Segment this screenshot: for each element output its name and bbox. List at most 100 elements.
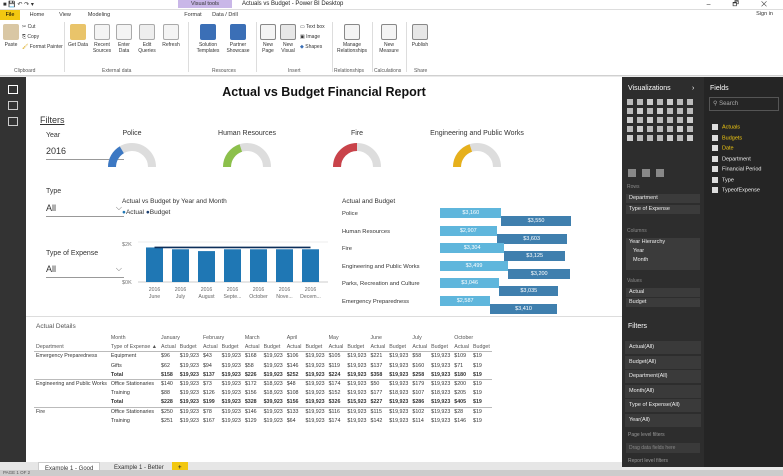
- manage-relationships-button[interactable]: Manage Relationships: [334, 24, 370, 54]
- visual-type-icon[interactable]: [667, 99, 673, 105]
- relationships-view-icon[interactable]: [8, 117, 18, 126]
- budget-bar[interactable]: $3,125: [504, 251, 566, 261]
- visual-type-icon[interactable]: [687, 117, 693, 123]
- image-button[interactable]: ▣ Image: [300, 34, 320, 40]
- budget-bar[interactable]: $3,410: [490, 303, 557, 314]
- budget-bar[interactable]: $3,035: [499, 286, 559, 296]
- field-table-item[interactable]: Budgets: [712, 134, 742, 141]
- report-view-icon[interactable]: [8, 85, 18, 94]
- field-table-item[interactable]: Financial Period: [712, 166, 761, 172]
- quick-access-toolbar[interactable]: ■ 💾 ↶ ↷ ▾: [3, 1, 34, 8]
- visual-type-icon[interactable]: [667, 117, 673, 123]
- expense-type-header[interactable]: Type of Expense ▲: [108, 342, 160, 353]
- type-slicer[interactable]: All ⌵: [46, 199, 124, 217]
- format-painter-button[interactable]: 🖌 Format Painter: [22, 44, 63, 50]
- shapes-button[interactable]: ◆ Shapes: [300, 44, 322, 50]
- chevron-right-icon[interactable]: ›: [692, 85, 694, 92]
- visual-type-icon[interactable]: [637, 108, 643, 114]
- visual-type-icon[interactable]: [687, 99, 693, 105]
- text-box-button[interactable]: ▭ Text box: [300, 24, 325, 30]
- new-measure-button[interactable]: New Measure: [376, 24, 402, 54]
- refresh-button[interactable]: Refresh: [160, 24, 182, 48]
- visual-type-icon[interactable]: [657, 135, 663, 141]
- filter-card[interactable]: Type of Expense(All): [625, 399, 701, 412]
- visual-tool-icon[interactable]: [656, 169, 664, 177]
- field-table-item[interactable]: Actuals: [712, 124, 740, 130]
- new-page-button[interactable]: New Page: [258, 24, 278, 54]
- visual-type-icon[interactable]: [647, 99, 653, 105]
- visual-type-icon[interactable]: [687, 126, 693, 132]
- partner-showcase-button[interactable]: Partner Showcase: [224, 24, 252, 54]
- visual-type-icon[interactable]: [657, 99, 663, 105]
- visual-type-icon[interactable]: [647, 135, 653, 141]
- values-well-item[interactable]: Budget: [626, 298, 700, 307]
- budget-bar[interactable]: $3,550: [501, 216, 571, 226]
- field-table-item[interactable]: Date: [712, 145, 734, 151]
- visual-type-icon[interactable]: [637, 126, 643, 132]
- filter-card[interactable]: Department(All): [625, 370, 701, 383]
- visual-type-icon[interactable]: [677, 135, 683, 141]
- visual-tool-icon[interactable]: [642, 169, 650, 177]
- visual-type-icon[interactable]: [687, 135, 693, 141]
- visual-type-icon[interactable]: [627, 126, 633, 132]
- data-view-icon[interactable]: [8, 101, 18, 110]
- cut-button[interactable]: ✂ Cut: [22, 24, 35, 30]
- visual-type-icon[interactable]: [677, 117, 683, 123]
- visual-type-icon[interactable]: [667, 108, 673, 114]
- solution-templates-button[interactable]: Solution Templates: [194, 24, 222, 54]
- department-header[interactable]: Department: [34, 342, 109, 353]
- sign-in-link[interactable]: Sign in: [756, 11, 773, 17]
- gauge-chart[interactable]: [220, 139, 274, 169]
- tab-file[interactable]: File: [0, 10, 20, 20]
- actual-bar[interactable]: $3,160: [440, 208, 502, 218]
- visual-type-icon[interactable]: [637, 117, 643, 123]
- visual-type-icon[interactable]: [677, 126, 683, 132]
- field-table-item[interactable]: Type: [712, 176, 734, 183]
- field-table-item[interactable]: TypeofExpense: [712, 187, 760, 193]
- visual-type-icon[interactable]: [647, 117, 653, 123]
- gauge-chart[interactable]: [105, 139, 159, 169]
- field-table-item[interactable]: Department: [712, 155, 751, 162]
- recent-sources-button[interactable]: Recent Sources: [90, 24, 114, 54]
- visual-type-icon[interactable]: [657, 126, 663, 132]
- tab-format[interactable]: Format: [178, 10, 208, 20]
- columns-well[interactable]: Year Hierarchy Year Month: [626, 238, 700, 270]
- fields-search-input[interactable]: ⚲ Search: [709, 97, 779, 111]
- visual-type-icon[interactable]: [627, 108, 633, 114]
- filter-card[interactable]: Budget(All): [625, 355, 701, 369]
- gauge-chart[interactable]: [330, 139, 384, 169]
- paste-button[interactable]: Paste: [2, 24, 20, 48]
- drag-fields-zone[interactable]: Drag data fields here: [626, 443, 700, 453]
- budget-bar[interactable]: $3,200: [508, 268, 571, 279]
- rows-well-item[interactable]: Type of Expense: [626, 205, 700, 214]
- actual-bar[interactable]: $2,587: [440, 295, 491, 306]
- gauge-chart[interactable]: [450, 139, 504, 169]
- budget-bar[interactable]: $3,603: [496, 233, 567, 244]
- visual-type-icon[interactable]: [677, 108, 683, 114]
- enter-data-button[interactable]: Enter Data: [114, 24, 134, 54]
- expense-type-slicer[interactable]: All ⌵: [46, 260, 124, 278]
- visual-type-icon[interactable]: [667, 126, 673, 132]
- combo-chart[interactable]: 2016June2016July2016August2016Septe...20…: [138, 237, 328, 307]
- tab-view[interactable]: View: [52, 10, 78, 20]
- visual-tool-icon[interactable]: [628, 169, 636, 177]
- tab-data-drill[interactable]: Data / Drill: [208, 10, 242, 20]
- new-visual-button[interactable]: New Visual: [278, 24, 298, 54]
- values-well-item[interactable]: Actual: [626, 288, 700, 297]
- visual-type-icon[interactable]: [627, 99, 633, 105]
- actual-bar[interactable]: $3,304: [440, 243, 505, 253]
- copy-button[interactable]: ⎘ Copy: [22, 34, 39, 40]
- publish-button[interactable]: Publish: [408, 24, 432, 48]
- visual-type-icon[interactable]: [657, 117, 663, 123]
- rows-well-item[interactable]: Department: [626, 194, 700, 203]
- visual-type-icon[interactable]: [637, 135, 643, 141]
- actual-bar[interactable]: $3,499: [440, 260, 509, 271]
- visual-type-icon[interactable]: [657, 108, 663, 114]
- filter-card[interactable]: Year(All): [625, 413, 701, 427]
- tab-home[interactable]: Home: [24, 10, 50, 20]
- actual-bar[interactable]: $3,046: [440, 278, 500, 288]
- edit-queries-button[interactable]: Edit Queries: [136, 24, 158, 54]
- visual-type-icon[interactable]: [637, 99, 643, 105]
- actual-bar[interactable]: $2,907: [440, 225, 497, 236]
- filter-card[interactable]: Actual(All): [625, 341, 701, 354]
